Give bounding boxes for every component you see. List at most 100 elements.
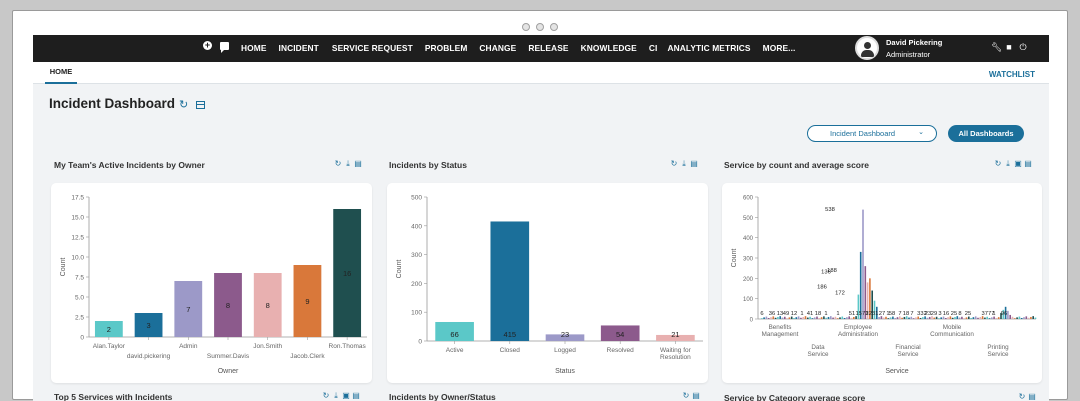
service-bar [940,317,942,319]
nav-item-analytic-metrics[interactable]: ANALYTIC METRICS [667,43,750,53]
data-label: 415 [504,330,517,339]
x-axis-title: Owner [218,368,239,375]
refresh-icon[interactable]: ↻ [669,159,679,168]
nav-item-change[interactable]: CHANGE [479,43,516,53]
x-tick-label: Active [446,347,464,354]
table-view-icon[interactable]: ▤ [353,159,363,168]
service-bar [763,317,765,319]
service-bar [933,317,936,319]
nav-item-ci[interactable]: CI [649,43,658,53]
data-label: 54 [616,330,624,339]
nav-item-knowledge[interactable]: KNOWLEDGE [581,43,637,53]
refresh-icon[interactable]: ↻ [681,391,691,400]
service-bar [1023,317,1025,319]
x-tick-label: Admin [179,343,198,350]
window-dots [13,18,1067,36]
export-icon[interactable]: ⤓ [679,159,689,169]
panel-title-owner: My Team's Active Incidents by Owner [54,160,205,170]
data-label: 188 [827,268,837,274]
watchlist-link[interactable]: WATCHLIST [989,70,1035,79]
service-bar [986,316,988,319]
all-dashboards-button[interactable]: All Dashboards [948,125,1024,142]
service-bar [1016,317,1018,319]
y-tick-label: 200 [411,281,422,288]
table-view-icon[interactable]: ▤ [1023,159,1033,168]
export-icon[interactable]: ⤓ [1003,159,1013,169]
service-bar [1018,316,1021,319]
service-bar [1032,316,1034,319]
nav-item-incident[interactable]: INCIDENT [279,43,319,53]
data-label: 18 [903,311,909,317]
data-label: 36 [769,311,775,317]
service-bar [774,317,777,319]
image-icon[interactable]: ▣ [341,391,351,400]
data-label: 27 [879,311,885,317]
service-bar [813,317,816,319]
x-tick-label: Closed [500,347,521,354]
nav-item-release[interactable]: RELEASE [528,43,568,53]
refresh-icon[interactable]: ↻ [179,98,188,111]
user-role: Administrator [886,50,931,59]
data-label: 29 [931,311,937,317]
service-bar [834,316,837,319]
table-view-icon[interactable]: ▤ [351,391,361,400]
data-label: 1 [992,311,995,317]
avatar[interactable] [855,36,879,60]
nav-item-home[interactable]: HOME [241,43,267,53]
x-tick-label-cont: Administration [838,331,878,338]
refresh-icon[interactable]: ↻ [321,391,331,400]
x-tick-label: Jon.Smith [253,343,282,350]
nav-item-problem[interactable]: PROBLEM [425,43,468,53]
user-name[interactable]: David Pickering [886,38,942,47]
power-icon[interactable]: ⏻ [1019,42,1027,53]
table-view-icon[interactable]: ▤ [689,159,699,168]
service-bar [887,318,890,319]
data-label: 21 [671,330,679,339]
y-tick-label: 10.0 [71,255,84,262]
y-axis-title: Count [731,249,738,268]
card-owner-chart: 0 2.5 5.0 7.5 10.0 12.5 15.0 17.5 2 Alan.Taylor 3 d… [51,183,372,383]
y-tick-label: 0 [80,335,84,342]
service-bar [947,317,949,319]
y-tick-label: 12.5 [71,235,84,242]
image-icon[interactable]: ▣ [1013,159,1023,168]
data-label: 186 [817,285,827,291]
x-tick-label: david.pickering [127,353,171,360]
service-bar [786,318,788,319]
service-bar [807,317,809,319]
chevron-down-icon: ⌄ [918,129,924,136]
service-bar [767,317,770,319]
refresh-icon[interactable]: ↻ [993,159,1003,168]
nav-menu: HOME INCIDENT SERVICE REQUEST PROBLEM CHANGE… [241,43,795,53]
service-bar [882,317,885,319]
owner-bar-chart: 0 2.5 5.0 7.5 10.0 12.5 15.0 17.5 2 Alan.Taylor 3 d… [60,195,367,375]
chat-icon[interactable] [220,42,229,53]
service-bar [977,317,979,319]
book-icon[interactable]: ■ [1005,42,1013,52]
service-bar [843,317,846,319]
dashboard-select[interactable]: Incident Dashboard ⌄ [807,125,937,142]
tab-home[interactable]: HOME [45,67,77,84]
service-bar [802,316,804,319]
service-bar [885,316,887,319]
wrench-icon[interactable]: 🔧︎ [991,42,1002,53]
y-tick-label: 17.5 [71,195,84,202]
plus-icon[interactable]: + [203,41,212,50]
x-tick-label: Alan.Taylor [93,343,126,350]
service-bar [912,318,915,319]
service-bar [1014,318,1016,319]
service-bar [850,317,853,319]
y-tick-label: 300 [411,252,422,259]
service-bar [1027,317,1030,319]
data-label: 16 [943,311,949,317]
nav-item-service-request[interactable]: SERVICE REQUEST [332,43,413,53]
nav-item-more[interactable]: MORE... [763,43,796,53]
y-tick-label: 0 [750,318,754,324]
x-tick-label: Mobile [943,324,962,331]
table-view-icon[interactable]: ▤ [691,391,701,400]
data-label: 6 [760,311,763,317]
layout-icon[interactable] [196,101,205,109]
export-icon[interactable]: ⤓ [343,159,353,169]
service-bar [1007,310,1009,319]
refresh-icon[interactable]: ↻ [333,159,343,168]
